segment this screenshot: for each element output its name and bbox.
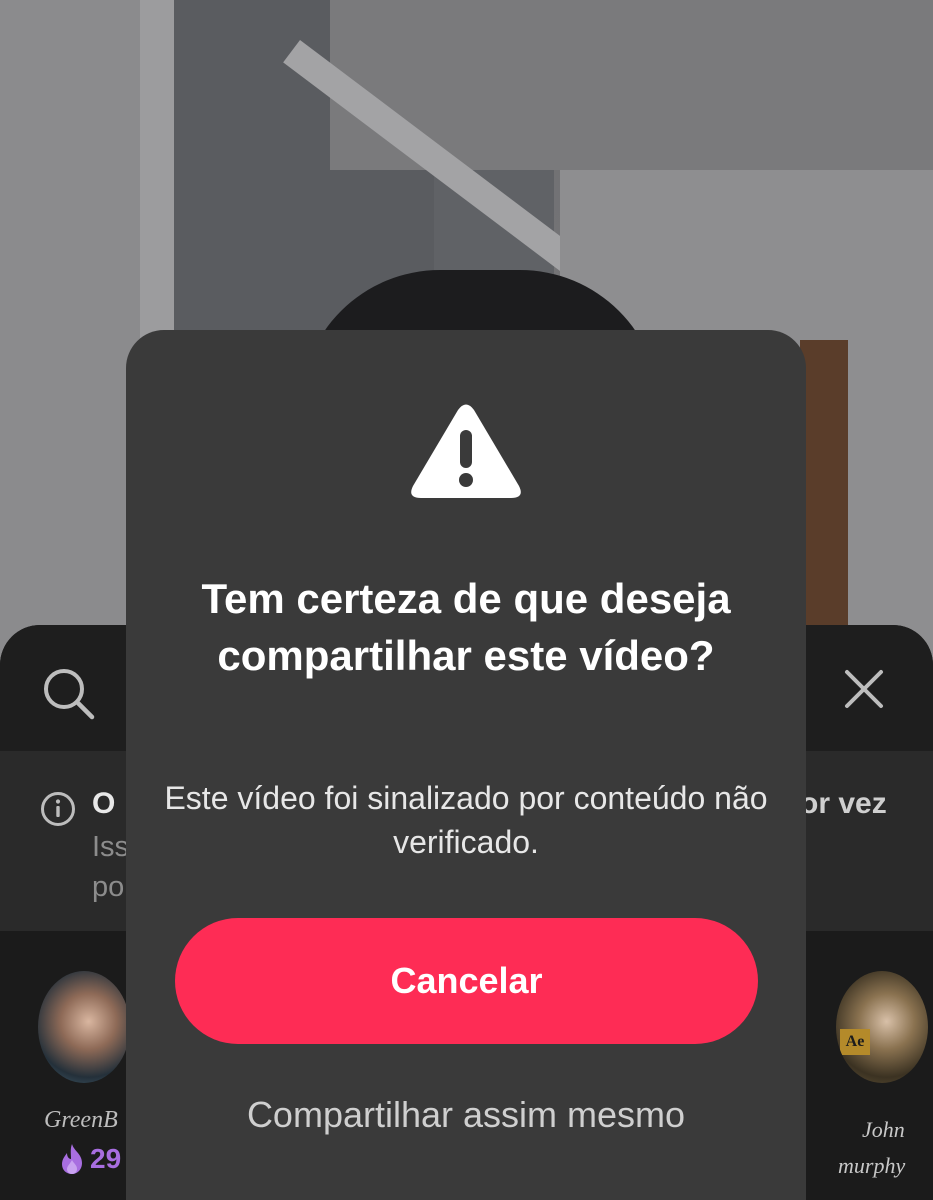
flame-icon: [62, 1144, 82, 1174]
dialog-title: Tem certeza de que deseja compartilhar e…: [201, 575, 731, 679]
close-icon[interactable]: [842, 667, 886, 711]
contact-streak: 29: [58, 1143, 121, 1175]
dialog-message: Este vídeo foi sinalizado por conteúdo n…: [164, 780, 768, 860]
streak-count: 29: [90, 1143, 122, 1174]
share-anyway-button[interactable]: Compartilhar assim mesmo: [126, 1094, 806, 1136]
search-icon[interactable]: [40, 665, 96, 721]
contact-avatar[interactable]: Ae: [836, 971, 928, 1083]
contact-name: John: [862, 1117, 905, 1142]
video-scene-door-right: [800, 340, 848, 660]
cancel-button[interactable]: Cancelar: [175, 918, 758, 1044]
contact-name: GreenB: [44, 1107, 118, 1133]
notice-title: O: [92, 787, 116, 820]
info-icon: [41, 792, 75, 826]
contact-avatar[interactable]: [38, 971, 130, 1083]
notice-text-line: po: [92, 871, 125, 903]
avatar-badge: Ae: [840, 1029, 870, 1055]
warning-icon: [411, 404, 521, 498]
notice-text-line: Iss: [92, 831, 130, 863]
notice-title-tail: or vez: [800, 787, 887, 820]
contact-name: murphy: [838, 1153, 906, 1178]
